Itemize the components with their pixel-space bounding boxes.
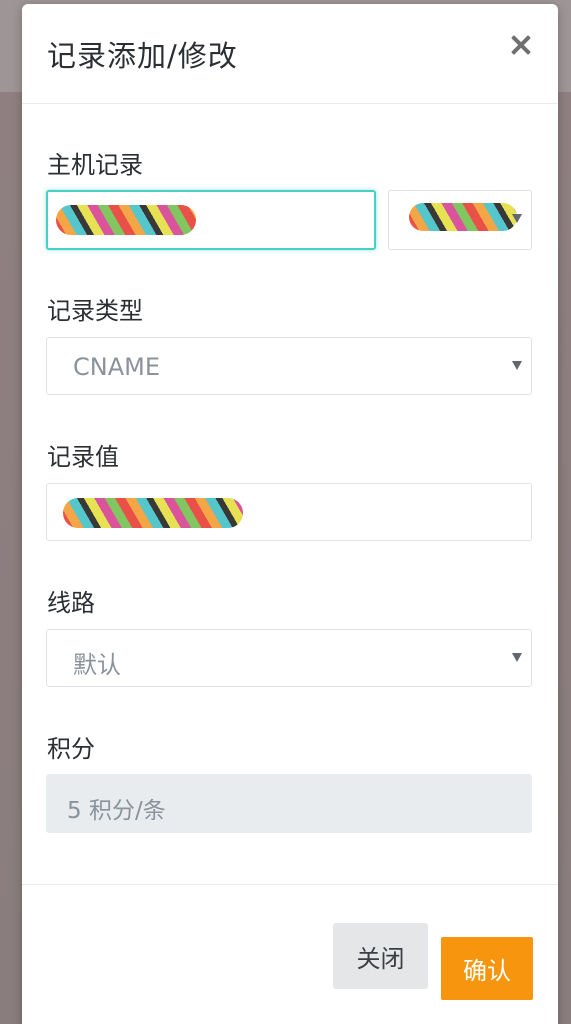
record-edit-dialog: 记录添加/修改 主机记录 记录类型 CNAME 记录值 线路 默认 积分 5 积… [22, 4, 558, 1024]
line-label: 线路 [47, 589, 95, 617]
chevron-down-icon [512, 214, 522, 223]
points-value: 5 积分/条 [67, 798, 166, 824]
domain-select[interactable] [388, 190, 532, 250]
record-type-select[interactable]: CNAME [46, 337, 532, 395]
points-readonly-field: 5 积分/条 [46, 774, 532, 833]
record-type-label: 记录类型 [47, 297, 143, 325]
redacted-scribble [63, 498, 243, 528]
close-button[interactable]: 关闭 [333, 923, 428, 989]
chevron-down-icon [512, 653, 522, 662]
chevron-down-icon [512, 361, 522, 370]
confirm-button[interactable]: 确认 [441, 937, 533, 1000]
line-value: 默认 [73, 651, 121, 679]
redacted-scribble [409, 203, 517, 231]
points-label: 积分 [47, 735, 95, 763]
close-icon[interactable] [508, 32, 534, 58]
record-value-input[interactable] [46, 483, 532, 541]
record-value-label: 记录值 [47, 443, 119, 471]
line-select[interactable]: 默认 [46, 629, 532, 687]
dialog-header: 记录添加/修改 [22, 4, 558, 104]
record-type-value: CNAME [73, 353, 160, 381]
redacted-scribble [56, 205, 196, 235]
footer-divider [22, 884, 558, 885]
dialog-title: 记录添加/修改 [47, 39, 238, 73]
host-record-label: 主机记录 [47, 151, 143, 179]
host-record-input[interactable] [46, 190, 376, 250]
